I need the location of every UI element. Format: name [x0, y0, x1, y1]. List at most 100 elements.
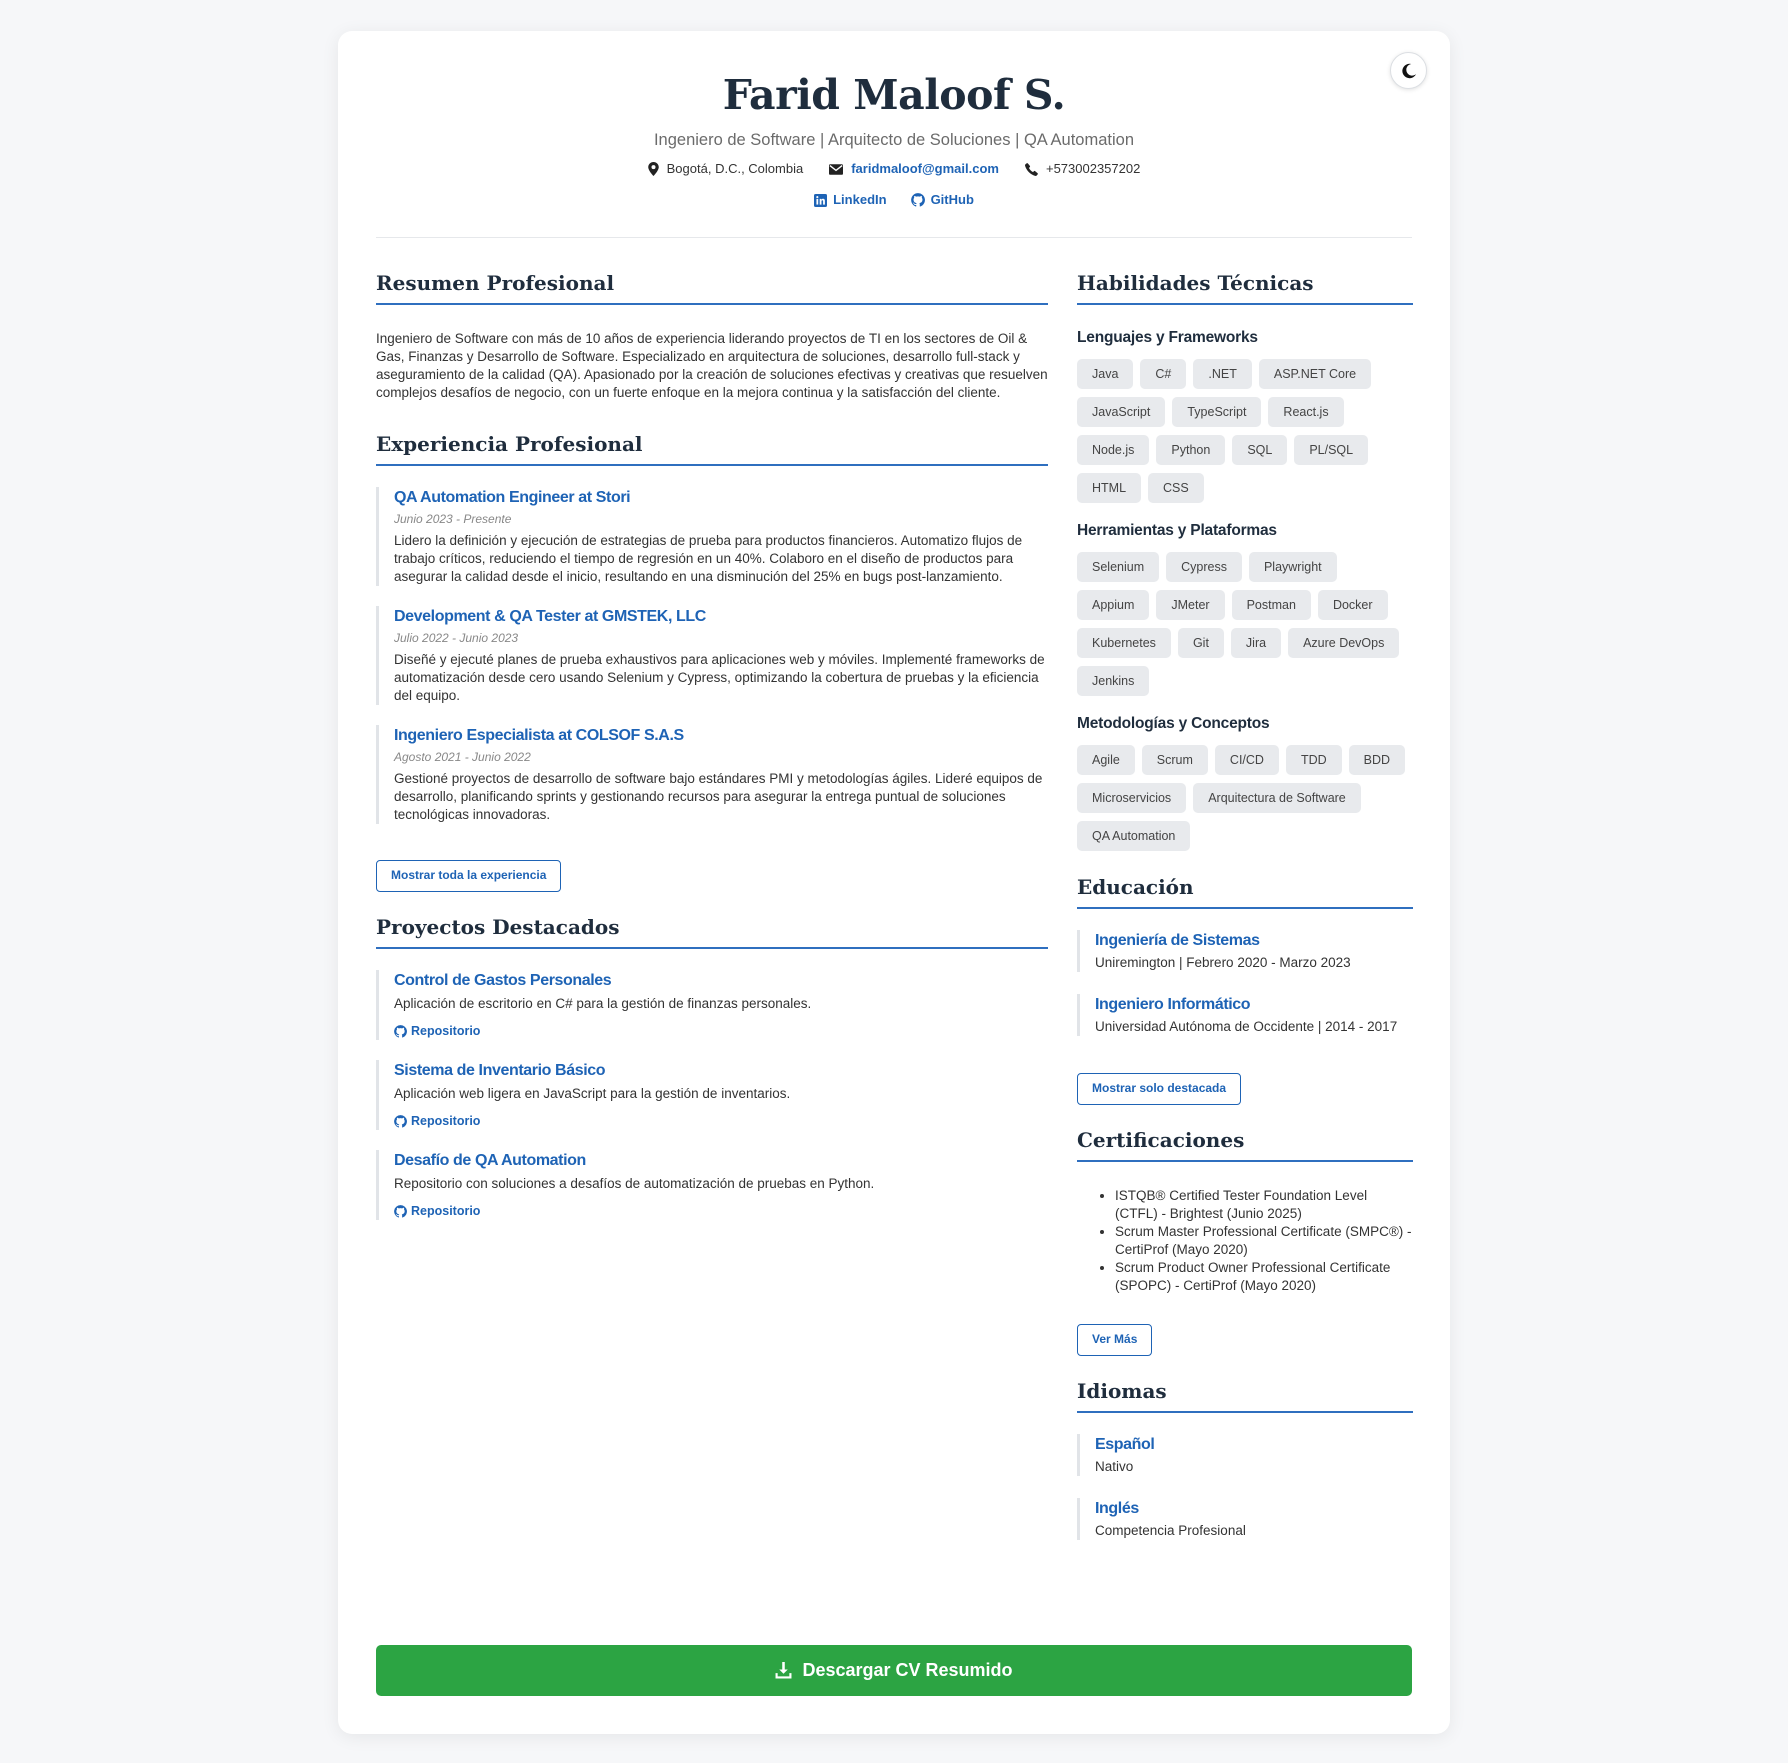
project-name: Control de Gastos Personales	[394, 972, 612, 989]
skill-tag: Azure DevOps	[1288, 628, 1400, 658]
experience-date: Agosto 2021 - Junio 2022	[394, 750, 531, 764]
skill-tag: .NET	[1193, 359, 1252, 389]
language-level: Competencia Profesional	[1095, 1523, 1246, 1538]
language-name: Inglés	[1095, 1500, 1139, 1517]
project-description: Aplicación de escritorio en C# para la g…	[394, 996, 812, 1011]
education-item: Ingeniería de Sistemas Uniremington | Fe…	[1077, 930, 1413, 972]
project-repo-label: Repositorio	[411, 1024, 481, 1038]
linkedin-link[interactable]: LinkedIn	[833, 190, 886, 210]
certification-item: Scrum Master Professional Certificate (S…	[1115, 1223, 1413, 1259]
skill-tag: JavaScript	[1077, 397, 1166, 427]
education-heading: Educación	[1077, 871, 1413, 909]
github-item[interactable]: GitHub	[910, 190, 974, 210]
resume-card: Farid Maloof S. Ingeniero de Software | …	[338, 31, 1450, 1734]
skill-tag: Scrum	[1141, 745, 1208, 775]
header-divider	[376, 237, 1412, 238]
experience-description: Diseñé y ejecuté planes de prueba exhaus…	[394, 652, 1045, 703]
skill-tag: Java	[1077, 359, 1134, 389]
location-item: Bogotá, D.C., Colombia	[647, 159, 803, 179]
skill-tag: React.js	[1268, 397, 1344, 427]
github-icon	[910, 193, 925, 207]
github-icon	[394, 1204, 407, 1218]
experience-item: QA Automation Engineer at Stori Junio 20…	[376, 487, 1048, 586]
skill-tag: Node.js	[1077, 435, 1150, 465]
project-repo-link[interactable]: Repositorio	[394, 1202, 1048, 1220]
skill-tag: JMeter	[1156, 590, 1225, 620]
projects-heading: Proyectos Destacados	[376, 911, 1048, 949]
email-link[interactable]: faridmaloof@gmail.com	[851, 159, 999, 179]
skill-tag: CI/CD	[1214, 745, 1279, 775]
linkedin-item[interactable]: LinkedIn	[814, 190, 887, 210]
skill-tag: Appium	[1077, 590, 1150, 620]
skill-tag: HTML	[1077, 473, 1142, 503]
show-featured-education-button[interactable]: Mostrar solo destacada	[1077, 1073, 1242, 1105]
skill-tag: TypeScript	[1172, 397, 1262, 427]
summary-text: Ingeniero de Software con más de 10 años…	[376, 331, 1048, 400]
skill-tag: QA Automation	[1077, 821, 1191, 851]
experience-date: Junio 2023 - Presente	[394, 512, 512, 526]
skill-tag: Microservicios	[1077, 783, 1187, 813]
skill-tag: BDD	[1348, 745, 1406, 775]
project-item: Desafío de QA Automation Repositorio con…	[376, 1150, 1048, 1220]
skill-group: Metodologías y Conceptos Agile Scrum CI/…	[1077, 713, 1413, 851]
skill-tag: ASP.NET Core	[1258, 359, 1372, 389]
skill-tag: C#	[1140, 359, 1187, 389]
certifications-toggle-wrap: Ver Más	[1077, 1324, 1413, 1356]
skill-group-title: Lenguajes y Frameworks	[1077, 329, 1258, 346]
education-item: Ingeniero Informático Universidad Autóno…	[1077, 994, 1413, 1036]
education-degree: Ingeniero Informático	[1095, 996, 1251, 1013]
project-repo-link[interactable]: Repositorio	[394, 1112, 1048, 1130]
experience-description: Lidero la definición y ejecución de estr…	[394, 533, 1023, 584]
download-icon	[775, 1662, 792, 1679]
skills-heading: Habilidades Técnicas	[1077, 267, 1413, 305]
skill-tag: Agile	[1077, 745, 1135, 775]
see-more-certifications-button[interactable]: Ver Más	[1077, 1324, 1153, 1356]
project-item: Control de Gastos Personales Aplicación …	[376, 970, 1048, 1040]
phone-icon	[1025, 162, 1038, 176]
skill-tag: Playwright	[1248, 552, 1337, 582]
show-all-experience-button[interactable]: Mostrar toda la experiencia	[376, 860, 562, 892]
skill-tag: Python	[1156, 435, 1226, 465]
project-item: Sistema de Inventario Básico Aplicación …	[376, 1060, 1048, 1130]
experience-description: Gestioné proyectos de desarrollo de soft…	[394, 771, 1043, 822]
github-link[interactable]: GitHub	[931, 190, 974, 210]
summary-heading: Resumen Profesional	[376, 267, 1048, 305]
certification-item: ISTQB® Certified Tester Foundation Level…	[1115, 1187, 1413, 1223]
skill-tag: Jira	[1230, 628, 1282, 658]
skill-tag: Arquitectura de Software	[1193, 783, 1361, 813]
experience-role: Ingeniero Especialista at COLSOF S.A.S	[394, 727, 684, 744]
linkedin-icon	[814, 193, 828, 207]
project-description: Repositorio con soluciones a desafíos de…	[394, 1176, 875, 1191]
project-name: Desafío de QA Automation	[394, 1152, 586, 1169]
languages-heading: Idiomas	[1077, 1375, 1413, 1413]
experience-date: Julio 2022 - Junio 2023	[394, 631, 519, 645]
experience-role: Development & QA Tester at GMSTEK, LLC	[394, 608, 706, 625]
skill-tag: Git	[1177, 628, 1224, 658]
language-item: Inglés Competencia Profesional	[1077, 1498, 1413, 1540]
phone-text: +573002357202	[1045, 161, 1141, 176]
education-detail: Uniremington | Febrero 2020 - Marzo 2023	[1095, 955, 1351, 970]
language-name: Español	[1095, 1436, 1155, 1453]
skill-tag: Kubernetes	[1077, 628, 1171, 658]
skill-group: Herramientas y Plataformas Selenium Cypr…	[1077, 520, 1413, 696]
project-repo-link[interactable]: Repositorio	[394, 1022, 1048, 1040]
skill-group-title: Metodologías y Conceptos	[1077, 715, 1270, 732]
download-cv-label: Descargar CV Resumido	[802, 1660, 1013, 1680]
experience-heading: Experiencia Profesional	[376, 428, 1048, 466]
certifications-heading: Certificaciones	[1077, 1124, 1413, 1162]
download-cv-button[interactable]: Descargar CV Resumido	[376, 1645, 1412, 1696]
skill-tag: Postman	[1231, 590, 1311, 620]
project-name: Sistema de Inventario Básico	[394, 1062, 606, 1079]
certifications-list: ISTQB® Certified Tester Foundation Level…	[1077, 1187, 1413, 1295]
experience-item: Development & QA Tester at GMSTEK, LLC J…	[376, 606, 1048, 705]
language-level: Nativo	[1095, 1459, 1134, 1474]
skill-tag: PL/SQL	[1294, 435, 1369, 465]
github-icon	[394, 1024, 407, 1038]
language-item: Español Nativo	[1077, 1434, 1413, 1476]
contact-row: Bogotá, D.C., Colombia faridmaloof@gmail…	[376, 159, 1412, 179]
skill-tags: Selenium Cypress Playwright Appium JMete…	[1077, 552, 1413, 696]
map-pin-icon	[647, 162, 659, 176]
skill-tag: TDD	[1285, 745, 1342, 775]
experience-role: QA Automation Engineer at Stori	[394, 489, 631, 506]
phone-item: +573002357202	[1025, 159, 1140, 179]
